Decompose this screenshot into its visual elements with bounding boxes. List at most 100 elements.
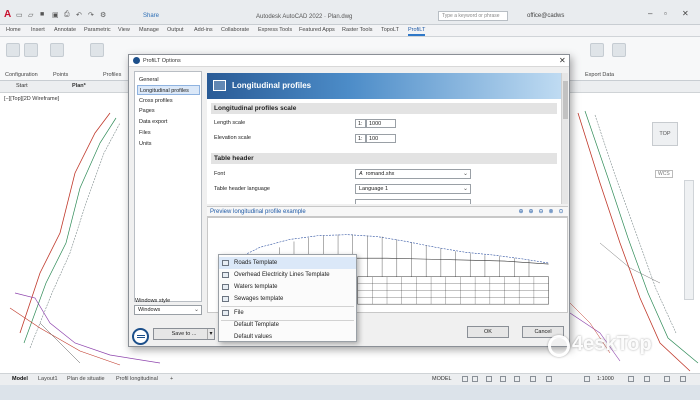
tab-featured-apps[interactable]: Featured Apps: [299, 27, 335, 33]
nav-item-data-export[interactable]: Data export: [137, 117, 200, 127]
menu-item-roads-template[interactable]: Roads Template: [219, 257, 356, 269]
config-icon[interactable]: [24, 43, 38, 57]
tab-topolt[interactable]: TopoLT: [381, 27, 399, 33]
annotation-icon[interactable]: [584, 376, 590, 382]
customize-icon[interactable]: [680, 376, 686, 382]
annotation-scale[interactable]: 1:1000: [597, 376, 614, 382]
options-icon[interactable]: [6, 43, 20, 57]
tab-express-tools[interactable]: Express Tools: [258, 27, 292, 33]
settings-scrollbar[interactable]: [561, 73, 568, 204]
dialog-close-icon[interactable]: ✕: [559, 56, 566, 65]
export-icon[interactable]: [590, 43, 604, 57]
zoom-extents-icon[interactable]: ⊕: [517, 208, 525, 216]
workspace-switch-icon[interactable]: [644, 376, 650, 382]
nav-item-general[interactable]: General: [137, 75, 200, 85]
close-icon[interactable]: ✕: [682, 9, 689, 18]
layout-tab-plan-de-situatie[interactable]: Plan de situatie: [67, 376, 105, 382]
tab-insert[interactable]: Insert: [31, 27, 45, 33]
next-setting-select[interactable]: [355, 199, 471, 204]
menu-item-overhead-electricity-template[interactable]: Overhead Electricity Lines Template: [219, 269, 356, 281]
layout-tab-layout1[interactable]: Layout1: [38, 376, 58, 382]
export-data-icon[interactable]: [612, 43, 626, 57]
add-layout-button[interactable]: +: [170, 376, 173, 382]
snap-icon[interactable]: [472, 376, 478, 382]
nav-item-files[interactable]: Files: [137, 128, 200, 138]
profile-create-icon[interactable]: [90, 43, 104, 57]
grid-icon[interactable]: [462, 376, 468, 382]
zoom-window-icon[interactable]: ⊗: [547, 208, 555, 216]
tab-collaborate[interactable]: Collaborate: [221, 27, 249, 33]
scrollbar-thumb[interactable]: [563, 81, 568, 119]
zoom-out-icon[interactable]: ⊖: [537, 208, 545, 216]
menu-item-label: Overhead Electricity Lines Template: [234, 272, 330, 278]
minimize-icon[interactable]: –: [648, 9, 652, 18]
windows-style-select[interactable]: Windows ⌄: [134, 305, 202, 315]
language-select[interactable]: Language 1 ⌄: [355, 184, 471, 194]
file-tab-start[interactable]: Start: [16, 83, 28, 89]
template-icon: [222, 272, 229, 278]
nav-item-cross-profiles[interactable]: Cross profiles: [137, 96, 200, 106]
menu-item-default-values[interactable]: Default values: [219, 331, 356, 343]
section-table-header: Table header: [211, 153, 557, 164]
menu-item-sewages-template[interactable]: Sewages template: [219, 293, 356, 305]
save-to-button[interactable]: Save to ...: [153, 328, 215, 340]
tab-raster-tools[interactable]: Raster Tools: [342, 27, 372, 33]
settings-panel: Longitudinal profiles scale Length scale…: [207, 99, 561, 204]
polar-icon[interactable]: [500, 376, 506, 382]
tab-parametric[interactable]: Parametric: [84, 27, 111, 33]
font-select[interactable]: Aromand.shx ⌄: [355, 169, 471, 179]
menu-item-default-template[interactable]: Default Template: [219, 319, 356, 331]
save-icon[interactable]: ■: [40, 11, 44, 18]
ok-button[interactable]: OK: [467, 326, 509, 338]
lineweight-icon[interactable]: [530, 376, 536, 382]
layout-tab-model[interactable]: Model: [12, 376, 28, 382]
nav-item-longitudinal-profiles[interactable]: Longitudinal profiles: [137, 85, 200, 95]
nav-item-pages[interactable]: Pages: [137, 106, 200, 116]
plot-icon[interactable]: ⎙: [64, 11, 70, 19]
chevron-down-icon: ⌄: [193, 307, 199, 313]
tab-output[interactable]: Output: [167, 27, 184, 33]
tab-home[interactable]: Home: [6, 27, 21, 33]
nav-item-units[interactable]: Units: [137, 139, 200, 149]
tab-manage[interactable]: Manage: [139, 27, 159, 33]
tab-annotate[interactable]: Annotate: [54, 27, 76, 33]
viewcube[interactable]: TOP: [652, 122, 678, 146]
zoom-in-icon[interactable]: ⊕: [527, 208, 535, 216]
save-to-dropdown-arrow[interactable]: ▾: [207, 329, 214, 339]
points-icon[interactable]: [50, 43, 64, 57]
maximize-icon[interactable]: ▫: [664, 9, 667, 18]
ortho-icon[interactable]: [486, 376, 492, 382]
model-space-indicator[interactable]: MODEL: [432, 376, 452, 382]
osnap-icon[interactable]: [514, 376, 520, 382]
viewport-controls[interactable]: [−][Top][2D Wireframe]: [4, 96, 59, 102]
user-account[interactable]: office@cadws: [527, 13, 564, 19]
open-file-icon[interactable]: ▱: [28, 11, 33, 19]
workspace-icon[interactable]: ⚙: [100, 11, 106, 19]
autocad-logo[interactable]: A: [4, 9, 11, 20]
menu-item-waters-template[interactable]: Waters template: [219, 281, 356, 293]
tab-add-ins[interactable]: Add-ins: [194, 27, 213, 33]
search-input[interactable]: Type a keyword or phrase: [438, 11, 508, 21]
zoom-previous-icon[interactable]: ⊙: [557, 208, 565, 216]
length-scale-input[interactable]: 1000: [366, 119, 396, 128]
gear-icon[interactable]: [628, 376, 634, 382]
elevation-scale-input[interactable]: 100: [366, 134, 396, 143]
layout-tab-profil-longitudinal[interactable]: Profil longitudinal: [116, 376, 158, 382]
new-file-icon[interactable]: ▭: [16, 11, 23, 19]
length-scale-label: Length scale: [214, 120, 246, 126]
save-as-icon[interactable]: ▣: [52, 11, 59, 19]
file-tab-plan[interactable]: Plan*: [72, 83, 86, 89]
tab-profilt[interactable]: ProfiLT: [408, 27, 426, 36]
fullscreen-icon[interactable]: [664, 376, 670, 382]
font-label: Font: [214, 171, 226, 177]
menu-item-file[interactable]: File: [219, 307, 356, 319]
transparency-icon[interactable]: [546, 376, 552, 382]
wcs-menu[interactable]: WCS: [655, 170, 673, 178]
navigation-bar[interactable]: [684, 180, 694, 300]
share-button[interactable]: Share: [143, 13, 159, 19]
undo-icon[interactable]: ↶: [76, 11, 82, 19]
watermark-logo-icon: [548, 335, 570, 357]
redo-icon[interactable]: ↷: [88, 11, 94, 19]
dialog-title-bar[interactable]: ProfiLT Options ✕: [129, 55, 569, 67]
tab-view[interactable]: View: [118, 27, 130, 33]
